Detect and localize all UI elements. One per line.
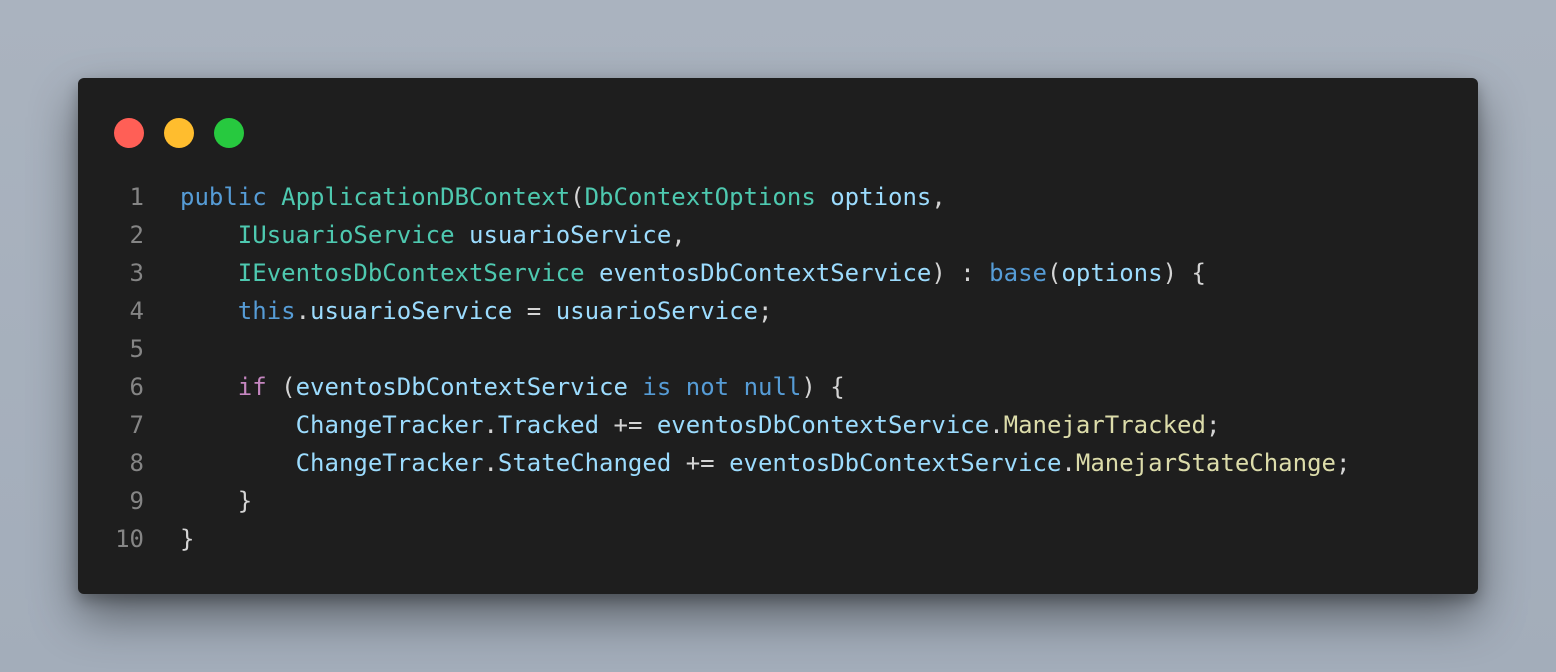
code-token: ; <box>758 297 773 325</box>
code-line: 5 <box>78 330 1478 368</box>
code-line: 9 } <box>78 482 1478 520</box>
code-token: } <box>180 487 253 515</box>
code-line: 2 IUsuarioService usuarioService, <box>78 216 1478 254</box>
code-token: ( <box>266 373 296 401</box>
line-number: 9 <box>129 487 144 515</box>
code-token: ApplicationDBContext <box>281 183 571 211</box>
code-window: 1 public ApplicationDBContext(DbContextOp… <box>78 78 1478 594</box>
line-source: ChangeTracker.StateChanged += eventosDbC… <box>144 444 1351 482</box>
code-token: IUsuarioService <box>237 221 455 249</box>
line-number: 6 <box>129 373 144 401</box>
code-line: 3 IEventosDbContextService eventosDbCont… <box>78 254 1478 292</box>
window-titlebar <box>114 118 264 148</box>
code-token: . <box>1061 449 1076 477</box>
code-token: ; <box>1205 411 1221 439</box>
line-source: IEventosDbContextService eventosDbContex… <box>144 254 1206 292</box>
code-token: null <box>743 373 802 401</box>
code-token: ManejarStateChange <box>1075 449 1336 477</box>
code-line: 8 ChangeTracker.StateChanged += eventosD… <box>78 444 1478 482</box>
close-button[interactable] <box>114 118 144 148</box>
code-token: += <box>599 411 657 439</box>
line-number: 4 <box>129 297 144 325</box>
code-token: usuarioService <box>310 297 513 325</box>
line-source: if (eventosDbContextService is not null)… <box>144 368 845 406</box>
line-source: IUsuarioService usuarioService, <box>144 216 686 254</box>
maximize-button[interactable] <box>214 118 244 148</box>
code-token: eventosDbContextService <box>599 259 932 287</box>
code-line: 7 ChangeTracker.Tracked += eventosDbCont… <box>78 406 1478 444</box>
line-number: 1 <box>129 183 144 211</box>
line-number: 5 <box>129 335 144 363</box>
line-number: 3 <box>129 259 144 287</box>
code-token: ( <box>570 183 585 211</box>
code-token: options <box>1061 259 1163 287</box>
code-token: ; <box>1335 449 1351 477</box>
code-token: public <box>180 183 267 211</box>
code-token: IEventosDbContextService <box>237 259 585 287</box>
code-token: = <box>512 297 556 325</box>
line-number: 2 <box>129 221 144 249</box>
code-line: 4 this.usuarioService = usuarioService; <box>78 292 1478 330</box>
code-token: Tracked <box>497 411 600 439</box>
line-source: public ApplicationDBContext(DbContextOpt… <box>144 178 946 216</box>
code-line: 6 if (eventosDbContextService is not nul… <box>78 368 1478 406</box>
code-token: if <box>237 373 267 401</box>
line-source: this.usuarioService = usuarioService; <box>144 292 773 330</box>
code-token: ) { <box>1162 259 1206 287</box>
code-token: eventosDbContextService <box>656 411 990 439</box>
line-number: 7 <box>129 411 144 439</box>
code-token: eventosDbContextService <box>295 373 628 401</box>
line-source: ChangeTracker.Tracked += eventosDbContex… <box>144 406 1221 444</box>
code-token: ManejarTracked <box>1003 411 1206 439</box>
code-token: base <box>989 259 1047 287</box>
code-token: options <box>830 183 932 211</box>
code-token: not <box>685 373 730 401</box>
code-token: . <box>989 411 1004 439</box>
code-token: is <box>642 373 672 401</box>
code-token: } <box>180 525 195 553</box>
code-token: += <box>671 449 730 477</box>
code-token: . <box>295 297 311 325</box>
code-token: DbContextOptions <box>584 183 816 211</box>
code-token: . <box>483 411 498 439</box>
code-token: ) { <box>801 373 845 401</box>
line-number: 10 <box>115 525 144 553</box>
code-token: this <box>237 297 296 325</box>
code-token: usuarioService <box>469 221 672 249</box>
line-source <box>144 330 180 368</box>
code-token: ChangeTracker <box>295 411 484 439</box>
code-token: eventosDbContextService <box>729 449 1062 477</box>
code-block: 1 public ApplicationDBContext(DbContextOp… <box>78 178 1478 558</box>
code-line: 1 public ApplicationDBContext(DbContextOp… <box>78 178 1478 216</box>
code-token: ) : <box>931 259 990 287</box>
code-token: ChangeTracker <box>295 449 484 477</box>
code-token: , <box>671 221 686 249</box>
code-token: ( <box>1046 259 1062 287</box>
code-token: StateChanged <box>497 449 672 477</box>
code-token: usuarioService <box>555 297 758 325</box>
code-line: 10} <box>78 520 1478 558</box>
code-token: . <box>483 449 498 477</box>
code-token: , <box>931 183 946 211</box>
line-source: } <box>144 520 194 558</box>
line-source: } <box>144 482 252 520</box>
line-number: 8 <box>129 449 144 477</box>
minimize-button[interactable] <box>164 118 194 148</box>
